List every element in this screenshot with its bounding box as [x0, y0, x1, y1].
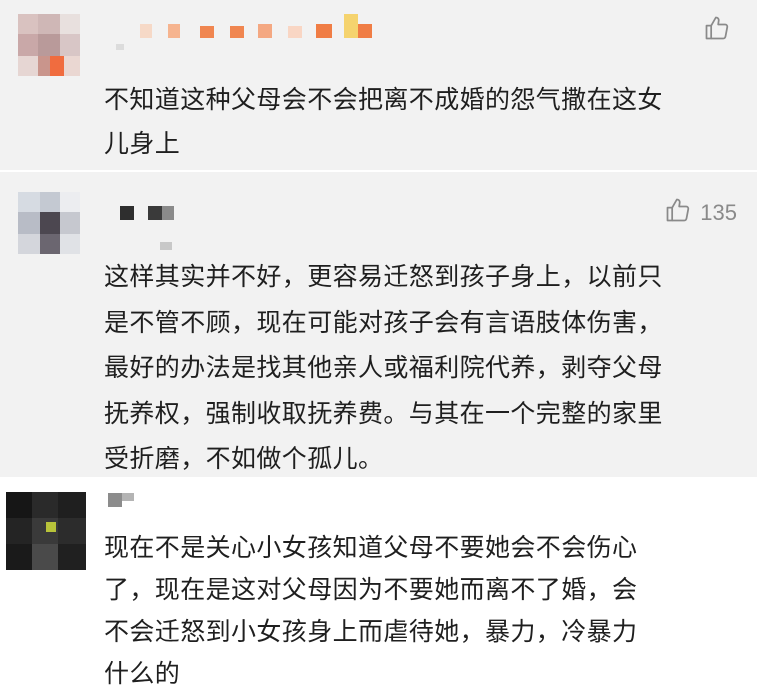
comment-item: 现在不是关心小女孩知道父母不要她会不会伤心 了，现在是这对父母因为不要她而离不了…	[0, 479, 757, 698]
username[interactable]	[140, 14, 380, 40]
comment-text: 这样其实并不好，更容易迁怒到孩子身上，以前只 是不管不顾，现在可能对孩子会有言语…	[104, 254, 731, 482]
comment-text: 不知道这种父母会不会把离不成婚的怨气撒在这女 儿身上	[104, 78, 731, 166]
comment-item: 不知道这种父母会不会把离不成婚的怨气撒在这女 儿身上	[0, 0, 757, 170]
comment-line: 受折磨，不如做个孤儿。	[104, 444, 384, 473]
comment-line: 不知道这种父母会不会把离不成婚的怨气撒在这女	[104, 85, 663, 114]
thumbs-up-icon	[664, 196, 692, 230]
comment-text: 现在不是关心小女孩知道父母不要她会不会伤心 了，现在是这对父母因为不要她而离不了…	[104, 527, 731, 695]
comment-line: 不会迁怒到小女孩身上而虐待她，暴力，冷暴力	[104, 617, 638, 646]
meta-mosaic	[116, 44, 124, 50]
comment-line: 现在不是关心小女孩知道父母不要她会不会伤心	[104, 533, 638, 562]
comment-line: 是不管不顾，现在可能对孩子会有言语肢体伤害，	[104, 307, 663, 337]
comment-line: 最好的办法是找其他亲人或福利院代养，剥夺父母	[104, 353, 663, 382]
username[interactable]	[108, 493, 138, 509]
thumbs-up-icon	[703, 14, 731, 48]
meta-mosaic	[160, 242, 172, 250]
avatar[interactable]	[6, 492, 86, 570]
like-button[interactable]: 135	[664, 196, 737, 230]
avatar[interactable]	[18, 14, 80, 76]
comment-line: 儿身上	[104, 129, 181, 158]
comment-line: 抚养权，强制收取抚养费。与其在一个完整的家里	[104, 398, 663, 428]
like-count: 135	[700, 200, 737, 225]
comment-line: 什么的	[104, 659, 181, 688]
comment-line: 了，现在是这对父母因为不要她而离不了婚，会	[104, 575, 638, 604]
comment-line: 这样其实并不好，更容易迁怒到孩子身上，以前只	[104, 262, 663, 291]
avatar[interactable]	[18, 192, 80, 254]
comment-item: 135 这样其实并不好，更容易迁怒到孩子身上，以前只 是不管不顾，现在可能对孩子…	[0, 172, 757, 477]
comment-feed: 不知道这种父母会不会把离不成婚的怨气撒在这女 儿身上 135 这样其实并不好，更…	[0, 0, 757, 698]
like-button[interactable]	[703, 14, 739, 48]
username[interactable]	[120, 206, 200, 222]
